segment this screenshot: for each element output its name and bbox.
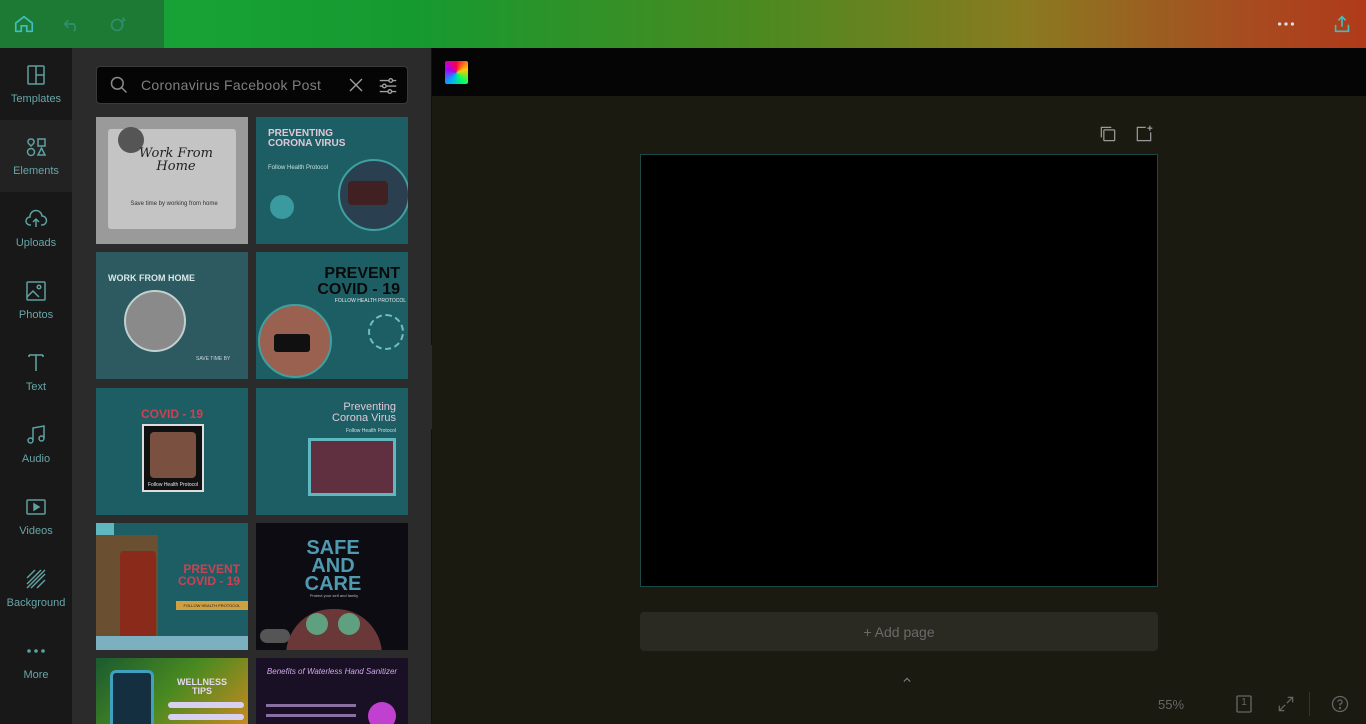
- template-tile[interactable]: PREVENT COVID - 19 FOLLOW HEALTH PROTOCO…: [96, 523, 248, 650]
- editor-toolbar: [432, 48, 1366, 96]
- template-subtitle: FOLLOW HEALTH PROTOCOL: [176, 601, 248, 610]
- rail-elements[interactable]: Elements: [0, 120, 72, 192]
- template-tile[interactable]: PREVENT COVID - 19 FOLLOW HEALTH PROTOCO…: [256, 252, 408, 379]
- template-tile[interactable]: Benefits of Waterless Hand Sanitizer: [256, 658, 408, 724]
- template-title: SAFE AND CARE: [304, 537, 362, 595]
- template-tile[interactable]: WORK FROM HOME SAVE TIME BY: [96, 252, 248, 379]
- template-title: PREVENTING CORONA VIRUS: [268, 128, 346, 149]
- rail-text[interactable]: Text: [0, 336, 72, 408]
- template-subtitle: Protect your self and family: [309, 593, 359, 598]
- template-title: Benefits of Waterless Hand Sanitizer: [266, 667, 398, 676]
- search-icon: [110, 76, 128, 94]
- rail-photos[interactable]: Photos: [0, 264, 72, 336]
- rail-label-audio: Audio: [21, 453, 51, 465]
- template-title: PREVENT COVID - 19: [317, 265, 400, 298]
- rail-label-uploads: Uploads: [15, 237, 57, 249]
- template-title: PREVENT COVID - 19: [177, 562, 240, 588]
- templates-icon: [27, 65, 45, 85]
- fullscreen-icon[interactable]: [1276, 694, 1296, 714]
- template-subtitle: Follow Health Protocol: [268, 165, 329, 171]
- undo-icon[interactable]: [60, 12, 84, 36]
- chevron-up-icon: [903, 677, 911, 683]
- templates-panel: Coronavirus Facebook Post Work From Home…: [72, 48, 431, 724]
- bottom-bar: 55% 1: [432, 674, 1366, 724]
- rail-more[interactable]: More: [0, 624, 72, 696]
- rail-templates[interactable]: Templates: [0, 48, 72, 120]
- template-subtitle: SAVE TIME BY: [196, 356, 231, 362]
- color-picker-swatch[interactable]: [445, 61, 468, 84]
- photos-icon: [26, 281, 46, 301]
- more-dots-icon: [27, 649, 45, 653]
- template-subtitle: Follow Health Protocol: [345, 428, 396, 434]
- template-tile[interactable]: SAFE AND CARE Protect your self and fami…: [256, 523, 408, 650]
- add-page-button[interactable]: + Add page: [640, 612, 1158, 651]
- cloud-upload-icon: [25, 209, 48, 227]
- rail-label-text: Text: [25, 381, 47, 393]
- search-bar: Coronavirus Facebook Post: [96, 66, 408, 104]
- add-page-icon[interactable]: [1134, 124, 1154, 144]
- rail-label-templates: Templates: [10, 93, 62, 105]
- more-options-icon[interactable]: [1274, 12, 1298, 36]
- duplicate-page-icon[interactable]: [1098, 124, 1118, 144]
- rail-videos[interactable]: Videos: [0, 480, 72, 552]
- elements-icon: [26, 138, 47, 157]
- template-subtitle: Save time by working from home: [130, 201, 218, 207]
- filter-icon[interactable]: [377, 75, 399, 97]
- template-title: Preventing Corona Virus: [332, 401, 396, 424]
- search-input[interactable]: Coronavirus Facebook Post: [141, 77, 337, 93]
- rail-audio[interactable]: Audio: [0, 408, 72, 480]
- template-tile[interactable]: Preventing Corona Virus Follow Health Pr…: [256, 388, 408, 515]
- rail-label-more: More: [23, 669, 49, 681]
- template-title: WORK FROM HOME: [108, 273, 195, 283]
- template-tile[interactable]: COVID - 19 Follow Health Protocol: [96, 388, 248, 515]
- template-title: Work From Home: [139, 146, 213, 174]
- text-icon: [28, 354, 44, 371]
- template-title: COVID - 19: [140, 407, 203, 421]
- template-subtitle: Follow Health Protocol: [147, 482, 199, 488]
- redo-icon[interactable]: [106, 12, 130, 36]
- rail-label-background: Background: [6, 597, 66, 609]
- page-count-button[interactable]: 1: [1234, 694, 1254, 714]
- background-pattern-icon: [26, 569, 46, 589]
- top-bar: [0, 0, 1366, 48]
- help-icon[interactable]: [1330, 694, 1350, 714]
- rail-label-videos: Videos: [19, 525, 53, 537]
- music-note-icon: [27, 425, 45, 444]
- design-canvas[interactable]: [640, 154, 1158, 587]
- template-title: WELLNESS TIPS: [176, 677, 227, 696]
- rail-background[interactable]: Background: [0, 552, 72, 624]
- template-subtitle: FOLLOW HEALTH PROTOCOL: [334, 298, 406, 304]
- page-number: 1: [1241, 697, 1247, 708]
- home-icon[interactable]: [12, 12, 36, 36]
- rail-label-elements: Elements: [13, 165, 59, 177]
- template-tile[interactable]: PREVENTING CORONA VIRUS Follow Health Pr…: [256, 117, 408, 244]
- video-icon: [26, 499, 46, 515]
- editor-area: + Add page 55% 1: [432, 48, 1366, 724]
- divider: [1309, 692, 1310, 716]
- template-tile[interactable]: WELLNESS TIPS: [96, 658, 248, 724]
- template-tile[interactable]: Work From Home Save time by working from…: [96, 117, 248, 244]
- share-icon[interactable]: [1330, 12, 1354, 36]
- close-icon[interactable]: [347, 76, 365, 94]
- rail-label-photos: Photos: [18, 309, 54, 321]
- show-pages-notch[interactable]: [874, 674, 940, 686]
- rail-uploads[interactable]: Uploads: [0, 192, 72, 264]
- side-rail: Templates Elements Uploads Photos Text A…: [0, 48, 72, 724]
- zoom-level[interactable]: 55%: [1158, 697, 1184, 712]
